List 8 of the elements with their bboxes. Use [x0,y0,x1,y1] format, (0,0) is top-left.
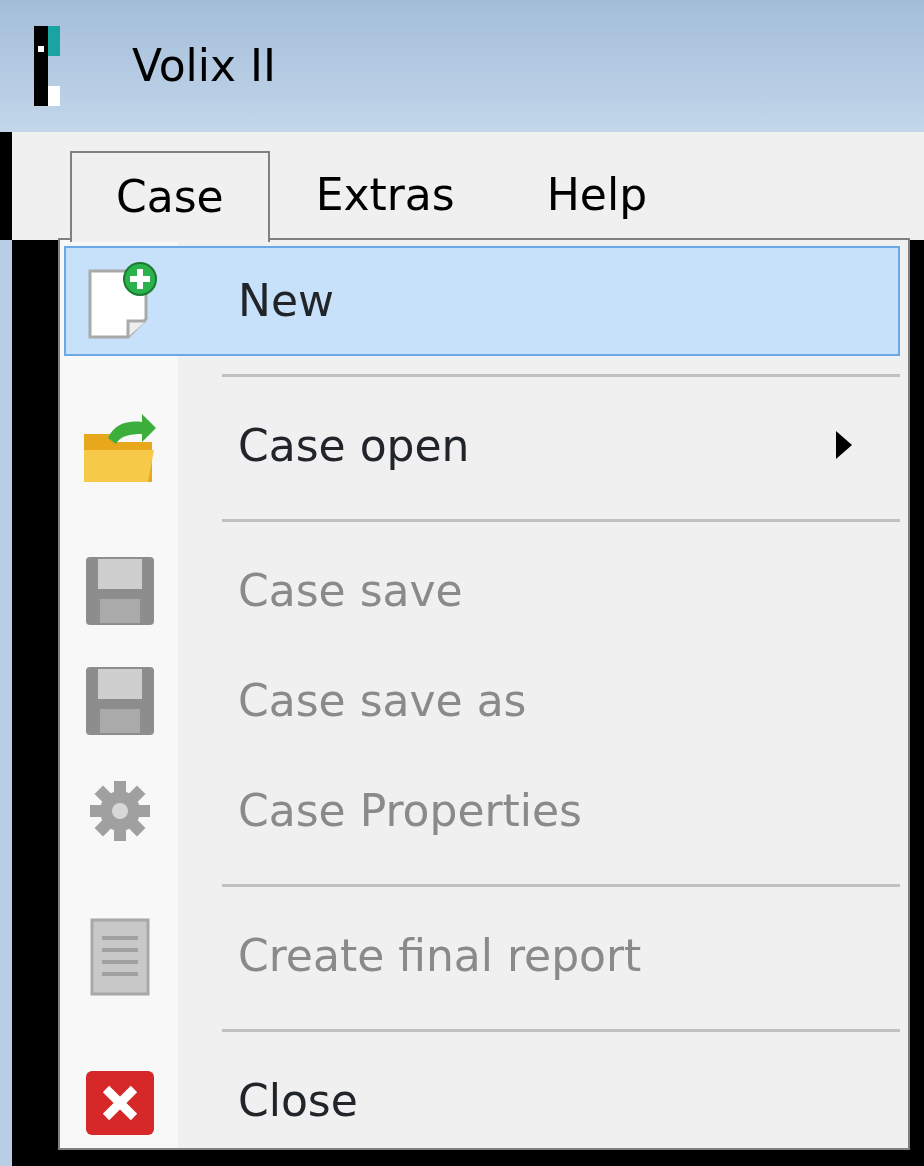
menu-item[interactable]: Case open [64,391,900,501]
menu-bar-item[interactable]: Case [70,151,270,242]
menu-bar-item[interactable]: Help [500,149,694,240]
menu-bar-item[interactable]: Extras [269,149,501,240]
window-title: Volix II [132,39,277,93]
menu-item[interactable]: Close [64,1046,900,1156]
menu-item[interactable]: New [64,246,900,356]
app-icon [34,26,60,106]
